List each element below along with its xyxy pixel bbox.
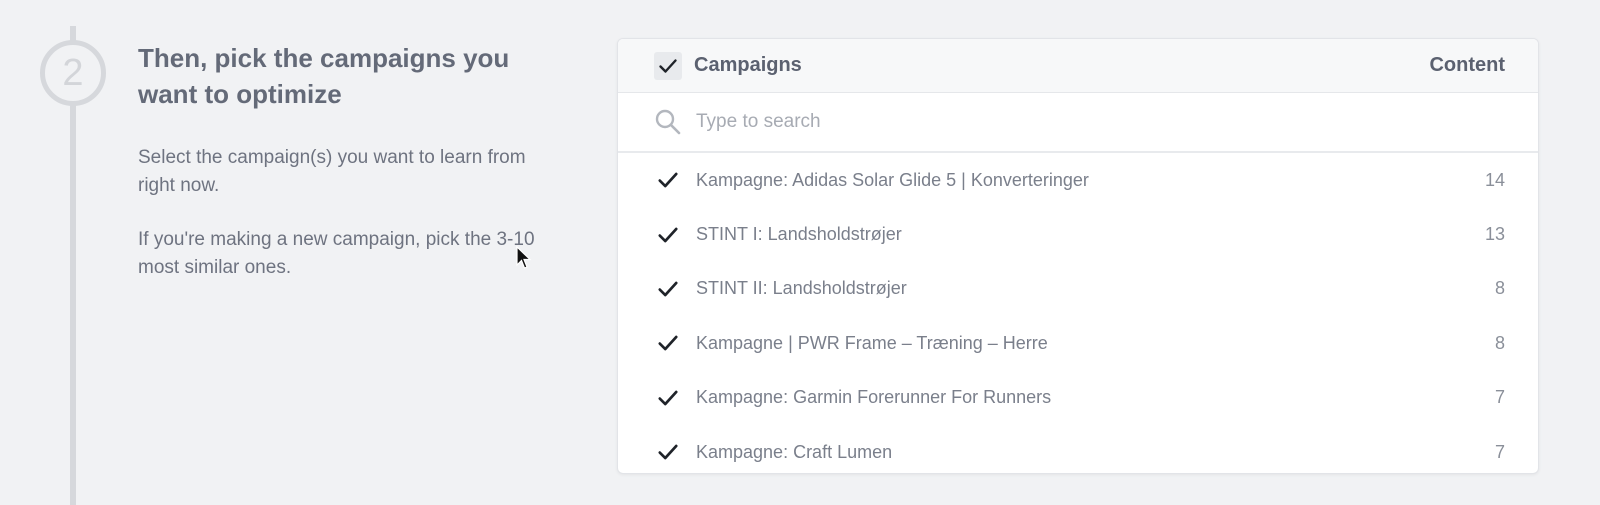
check-icon bbox=[658, 227, 678, 242]
row-checkbox[interactable] bbox=[654, 275, 682, 303]
check-icon bbox=[658, 281, 678, 297]
row-checkbox[interactable] bbox=[654, 166, 682, 194]
search-icon bbox=[655, 109, 681, 135]
campaign-row[interactable]: Kampagne: Garmin Forerunner For Runners … bbox=[618, 371, 1538, 425]
campaign-content-count: 7 bbox=[1494, 387, 1505, 408]
campaign-name: Kampagne: Garmin Forerunner For Runners bbox=[696, 387, 1052, 408]
campaign-row[interactable]: STINT I: Landsholdstrøjer 13 bbox=[618, 207, 1538, 261]
row-checkbox[interactable] bbox=[654, 221, 682, 249]
check-icon bbox=[658, 335, 678, 351]
select-all-checkbox[interactable] bbox=[654, 51, 682, 80]
campaigns-column-header[interactable]: Campaigns bbox=[694, 54, 802, 77]
campaign-list: Kampagne: Adidas Solar Glide 5 | Konvert… bbox=[618, 153, 1538, 473]
step-description: Select the campaign(s) you want to learn… bbox=[138, 147, 526, 196]
campaign-row[interactable]: Kampagne | PWR Frame – Træning – Herre 8 bbox=[618, 316, 1538, 370]
check-icon bbox=[658, 390, 678, 406]
row-checkbox[interactable] bbox=[654, 384, 682, 412]
check-icon bbox=[659, 58, 677, 73]
row-checkbox[interactable] bbox=[654, 438, 682, 466]
campaign-content-count: 13 bbox=[1484, 224, 1505, 245]
search-bar bbox=[618, 93, 1538, 153]
mouse-pointer-icon bbox=[516, 246, 532, 269]
row-checkbox[interactable] bbox=[654, 329, 682, 357]
campaign-content-count: 8 bbox=[1494, 278, 1505, 299]
check-icon bbox=[658, 444, 678, 460]
campaign-row[interactable]: STINT II: Landsholdstrøjer 8 bbox=[618, 262, 1538, 316]
campaign-name: STINT II: Landsholdstrøjer bbox=[696, 278, 907, 299]
campaign-content-count: 7 bbox=[1494, 441, 1505, 462]
campaigns-panel: Campaigns Content Kampagne: Adidas Solar… bbox=[617, 38, 1539, 474]
campaign-name: Kampagne: Craft Lumen bbox=[696, 441, 893, 462]
campaigns-header: Campaigns Content bbox=[618, 39, 1538, 93]
campaign-row[interactable]: Kampagne: Craft Lumen 7 bbox=[618, 425, 1538, 473]
campaign-content-count: 14 bbox=[1484, 169, 1505, 190]
check-icon bbox=[658, 172, 678, 188]
step-title: Then, pick the campaigns you want to opt… bbox=[138, 43, 510, 109]
campaign-row[interactable]: Kampagne: Adidas Solar Glide 5 | Konvert… bbox=[618, 153, 1538, 207]
step-number-badge: 2 bbox=[40, 40, 106, 106]
campaign-name: Kampagne: Adidas Solar Glide 5 | Konvert… bbox=[696, 169, 1089, 190]
search-input[interactable] bbox=[696, 111, 1296, 133]
content-column-header[interactable]: Content bbox=[1429, 54, 1505, 77]
campaign-name: STINT I: Landsholdstrøjer bbox=[696, 224, 902, 245]
campaign-name: Kampagne | PWR Frame – Træning – Herre bbox=[696, 332, 1048, 353]
campaign-selection-step: 2 Then, pick the campaigns you want to o… bbox=[0, 0, 1600, 505]
step-hint: If you're making a new campaign, pick th… bbox=[138, 229, 535, 278]
campaign-content-count: 8 bbox=[1494, 332, 1505, 353]
step-intro: Then, pick the campaigns you want to opt… bbox=[138, 40, 558, 282]
